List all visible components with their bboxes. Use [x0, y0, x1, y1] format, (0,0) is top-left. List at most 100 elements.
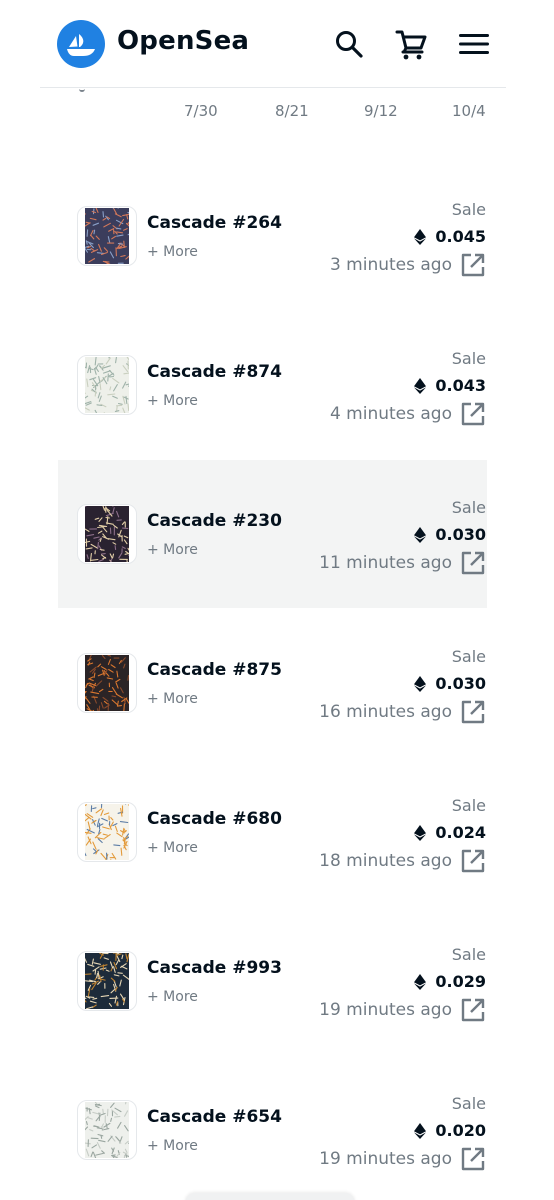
price-value: 0.029	[435, 972, 486, 991]
nft-thumbnail[interactable]	[77, 951, 137, 1011]
event-time-link[interactable]: 11 minutes ago	[319, 550, 486, 576]
event-time-link[interactable]: 19 minutes ago	[319, 1146, 486, 1172]
price: 0.024	[414, 823, 486, 842]
art-stroke	[120, 847, 123, 856]
activity-row[interactable]: Cascade #230 + More Sale 0.030 11 minute…	[58, 460, 487, 608]
more-link[interactable]: + More	[147, 691, 198, 707]
eth-icon	[414, 675, 427, 692]
price: 0.043	[414, 376, 486, 395]
art-stroke	[107, 373, 109, 382]
art-stroke	[104, 508, 107, 513]
event-time[interactable]: 11 minutes ago	[319, 553, 452, 573]
art-stroke	[110, 1117, 113, 1122]
event-type: Sale	[451, 498, 486, 517]
external-link-icon[interactable]	[460, 252, 486, 278]
cart-icon[interactable]	[391, 24, 431, 64]
art-stroke	[94, 969, 97, 975]
art-stroke	[85, 973, 92, 975]
item-name[interactable]: Cascade #680	[147, 809, 282, 829]
activity-row[interactable]: Cascade #654 + More Sale 0.020 19 minute…	[58, 1056, 487, 1200]
more-link[interactable]: + More	[147, 989, 198, 1005]
axis-tick-label: 9/12	[364, 102, 398, 120]
more-link[interactable]: + More	[147, 244, 198, 260]
art-stroke	[94, 390, 97, 397]
nft-artwork-image	[85, 1102, 129, 1158]
price: 0.030	[414, 525, 486, 544]
event-time[interactable]: 18 minutes ago	[319, 851, 452, 871]
external-link-icon[interactable]	[460, 997, 486, 1023]
event-time[interactable]: 3 minutes ago	[330, 255, 452, 275]
nft-thumbnail[interactable]	[77, 355, 137, 415]
hamburger-menu-icon[interactable]	[454, 24, 494, 64]
more-link[interactable]: + More	[147, 1138, 198, 1154]
external-link-icon[interactable]	[460, 699, 486, 725]
item-name[interactable]: Cascade #230	[147, 511, 282, 531]
art-stroke	[86, 229, 89, 237]
more-link[interactable]: + More	[147, 542, 198, 558]
art-stroke	[96, 973, 99, 979]
event-time[interactable]: 19 minutes ago	[319, 1000, 452, 1020]
activity-row[interactable]: Cascade #680 + More Sale 0.024 18 minute…	[58, 758, 487, 906]
axis-tick-label: 10/4	[452, 102, 486, 120]
event-time-link[interactable]: 18 minutes ago	[319, 848, 486, 874]
price-value: 0.030	[435, 674, 486, 693]
event-time-link[interactable]: 4 minutes ago	[330, 401, 486, 427]
art-stroke	[124, 553, 129, 555]
search-icon[interactable]	[329, 24, 369, 64]
item-name[interactable]: Cascade #874	[147, 362, 282, 382]
opensea-logo-icon[interactable]	[57, 20, 105, 68]
external-link-icon[interactable]	[460, 401, 486, 427]
art-stroke	[109, 386, 112, 391]
art-stroke	[96, 404, 103, 407]
price-value: 0.043	[435, 376, 486, 395]
event-time[interactable]: 19 minutes ago	[319, 1149, 452, 1169]
more-link[interactable]: + More	[147, 840, 198, 856]
activity-row[interactable]: Cascade #874 + More Sale 0.043 4 minutes…	[58, 311, 487, 459]
external-link-icon[interactable]	[460, 550, 486, 576]
art-stroke	[100, 553, 106, 555]
price: 0.020	[414, 1121, 486, 1140]
nft-thumbnail[interactable]	[77, 1100, 137, 1160]
art-stroke	[85, 1121, 88, 1126]
event-type: Sale	[451, 796, 486, 815]
item-name[interactable]: Cascade #264	[147, 213, 282, 233]
item-name[interactable]: Cascade #875	[147, 660, 282, 680]
art-stroke	[93, 229, 96, 235]
event-time-link[interactable]: 3 minutes ago	[330, 252, 486, 278]
art-stroke	[116, 227, 122, 230]
item-name[interactable]: Cascade #654	[147, 1107, 282, 1127]
item-name[interactable]: Cascade #993	[147, 958, 282, 978]
brand-name[interactable]: OpenSea	[117, 26, 249, 56]
event-time-link[interactable]: 19 minutes ago	[319, 997, 486, 1023]
activity-row[interactable]: Cascade #993 + More Sale 0.029 19 minute…	[58, 907, 487, 1055]
activity-row[interactable]: Cascade #875 + More Sale 0.030 16 minute…	[58, 609, 487, 757]
header: OpenSea	[0, 0, 554, 88]
nft-artwork-image	[85, 953, 129, 1009]
event-time[interactable]: 16 minutes ago	[319, 702, 452, 722]
event-time-link[interactable]: 16 minutes ago	[319, 699, 486, 725]
art-stroke	[117, 402, 123, 405]
art-stroke	[117, 705, 122, 707]
art-stroke	[102, 1108, 104, 1114]
event-type: Sale	[451, 200, 486, 219]
nft-artwork-image	[85, 506, 129, 562]
eth-icon	[414, 1122, 427, 1139]
event-time[interactable]: 4 minutes ago	[330, 404, 452, 424]
external-link-icon[interactable]	[460, 848, 486, 874]
nft-thumbnail[interactable]	[77, 653, 137, 713]
art-stroke	[99, 548, 105, 551]
event-type: Sale	[451, 647, 486, 666]
art-stroke	[96, 252, 105, 254]
art-stroke	[114, 1115, 121, 1118]
bottom-sheet-handle[interactable]	[185, 1193, 355, 1200]
nft-thumbnail[interactable]	[77, 206, 137, 266]
axis-tick-label: 7/30	[184, 102, 218, 120]
eth-icon	[414, 526, 427, 543]
external-link-icon[interactable]	[460, 1146, 486, 1172]
activity-row[interactable]: Cascade #264 + More Sale 0.045 3 minutes…	[58, 162, 487, 310]
nft-thumbnail[interactable]	[77, 504, 137, 564]
nft-thumbnail[interactable]	[77, 802, 137, 862]
scrolled-content-peek	[120, 0, 240, 4]
art-stroke	[99, 383, 102, 391]
more-link[interactable]: + More	[147, 393, 198, 409]
